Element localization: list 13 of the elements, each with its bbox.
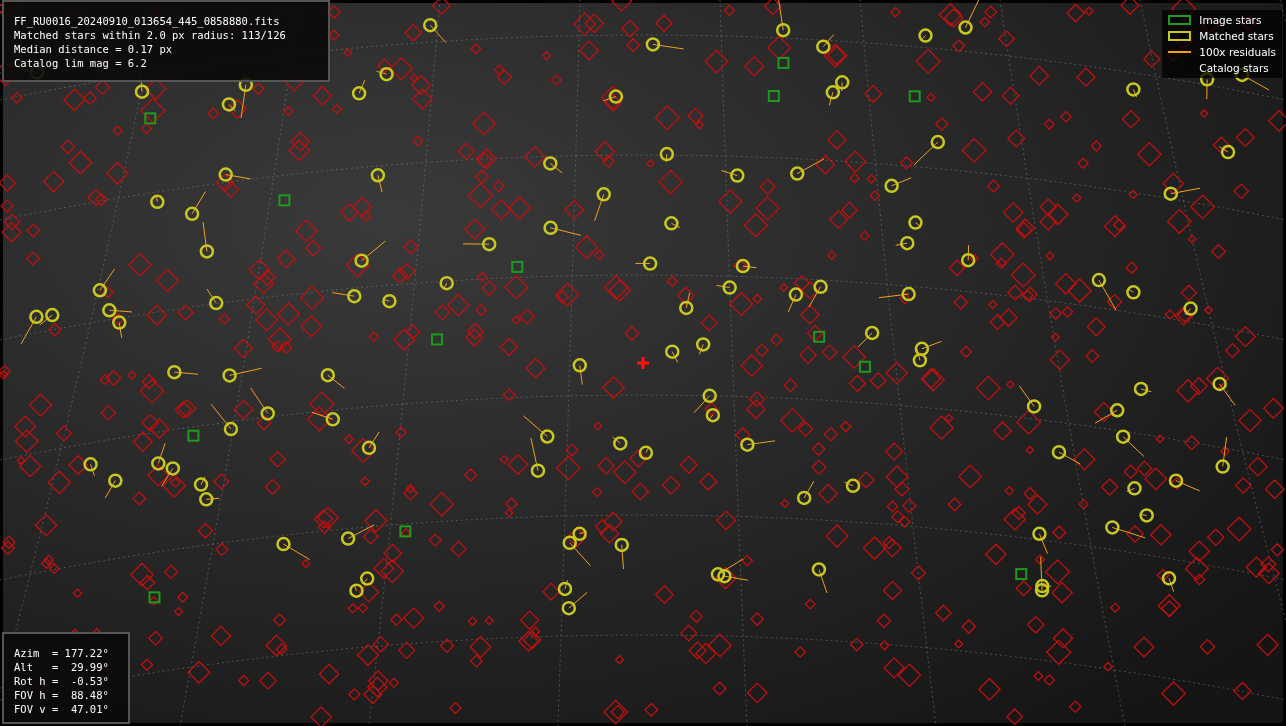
pointing-text: FOV h = 88.48° — [14, 688, 110, 702]
legend-label: Matched stars — [1199, 30, 1274, 42]
legend-label: Catalog stars — [1199, 62, 1269, 74]
pointing-text: Alt = 29.99° — [14, 660, 110, 674]
legend-label: Image stars — [1199, 14, 1262, 26]
pointing-text: Rot h = -0.53° — [14, 674, 110, 688]
legend-label: 100x residuals — [1199, 46, 1276, 58]
info-text: Median distance = 0.17 px — [14, 42, 174, 56]
info-text: FF_RU0016_20240910_013654_445_0858880.fits — [14, 14, 281, 28]
info-text: Catalog lim mag = 6.2 — [14, 56, 148, 70]
info-text: Matched stars within 2.0 px radius: 113/126 — [14, 28, 287, 42]
pointing-text: Azim = 177.22° — [14, 646, 110, 660]
pointing-text: FOV v = 47.01° — [14, 702, 110, 716]
